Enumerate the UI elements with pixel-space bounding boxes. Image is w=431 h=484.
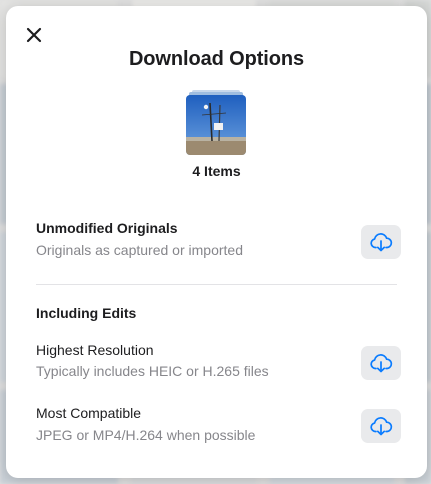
photo-thumbnail: [186, 95, 246, 155]
originals-subtitle: Originals as captured or imported: [36, 242, 243, 258]
cloud-download-icon: [370, 417, 393, 436]
items-count: 4 Items: [192, 163, 241, 179]
originals-title: Unmodified Originals: [36, 220, 178, 236]
most-compatible-subtitle: JPEG or MP4/H.264 when possible: [36, 427, 256, 443]
download-most-compatible-button[interactable]: [361, 409, 401, 443]
download-highest-resolution-button[interactable]: [361, 346, 401, 380]
cloud-download-icon: [370, 233, 393, 252]
photo-image: [186, 95, 246, 155]
close-icon: [26, 27, 42, 43]
including-edits-heading: Including Edits: [36, 305, 137, 321]
most-compatible-title: Most Compatible: [36, 405, 142, 421]
section-divider: [36, 284, 397, 285]
dialog-title: Download Options: [128, 48, 305, 70]
highest-resolution-title: Highest Resolution: [36, 342, 154, 358]
photo-stack-thumbnail: [186, 90, 246, 156]
cloud-download-icon: [370, 354, 393, 373]
highest-resolution-subtitle: Typically includes HEIC or H.265 files: [36, 363, 269, 379]
download-options-dialog: Download Options 4 Items Unmodified Orig…: [6, 6, 427, 478]
close-button[interactable]: [23, 24, 45, 46]
download-originals-button[interactable]: [361, 225, 401, 259]
